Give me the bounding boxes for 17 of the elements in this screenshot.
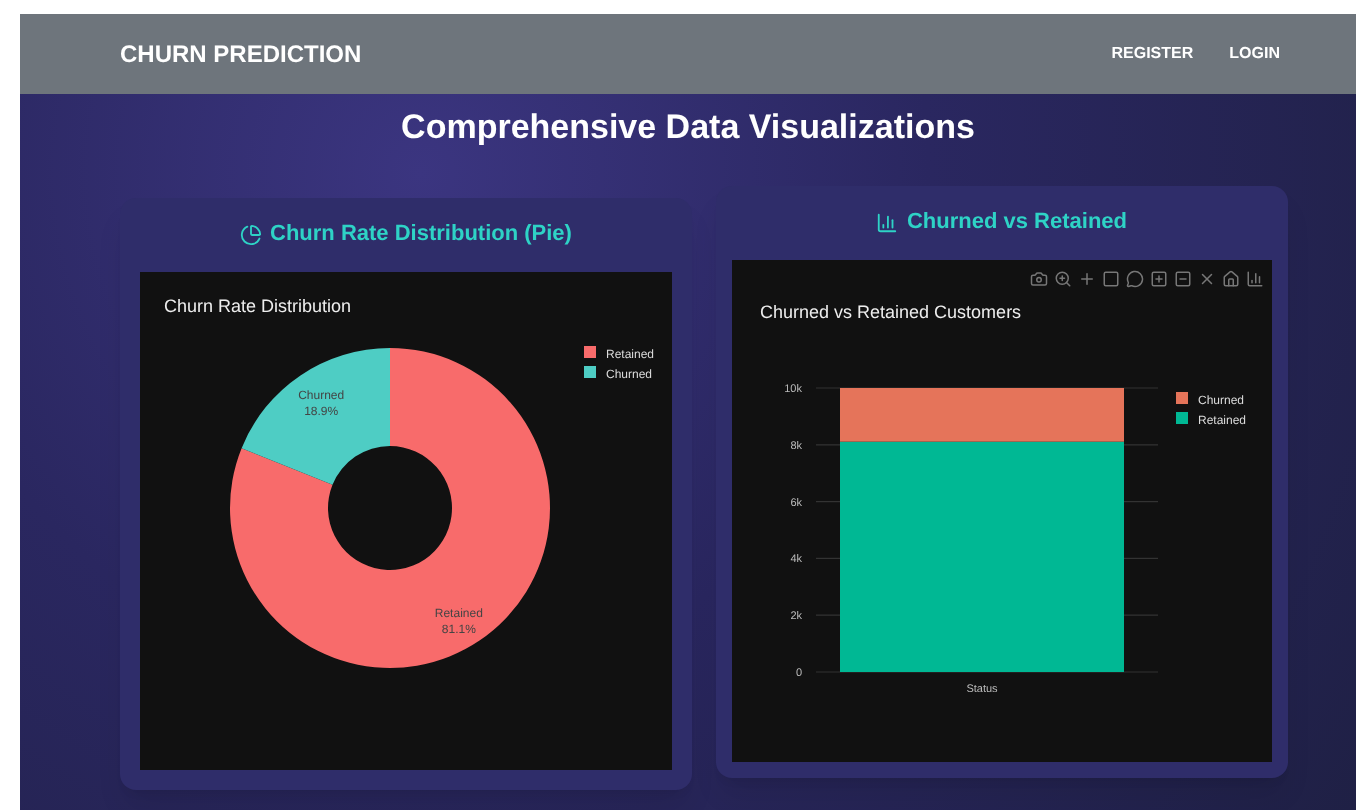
box-select-icon[interactable] [1102, 269, 1120, 287]
pie-chart-icon [240, 224, 263, 246]
chart-title: Churned vs Retained Customers [760, 301, 1022, 321]
card-heading: Churn Rate Distribution (Pie) [270, 220, 572, 251]
zoom-icon[interactable] [1054, 269, 1072, 287]
nav-link[interactable]: REGISTER [1111, 42, 1194, 66]
chart-title: Churn Rate Distribution [164, 295, 352, 315]
camera-icon[interactable] [1030, 269, 1048, 287]
nav-link[interactable]: LOGIN [1229, 42, 1280, 66]
brand-title[interactable]: CHURN PREDICTION [120, 36, 362, 72]
zoom-in-icon[interactable] [1150, 269, 1168, 287]
card-heading: Churned vs Retained [906, 208, 1128, 239]
bar-chart-icon [876, 212, 899, 234]
page-title: Comprehensive Data Visualizations [399, 106, 977, 150]
zoom-out-icon[interactable] [1174, 269, 1192, 287]
home-icon[interactable] [1222, 269, 1240, 287]
crosshair-icon[interactable] [1078, 269, 1096, 287]
